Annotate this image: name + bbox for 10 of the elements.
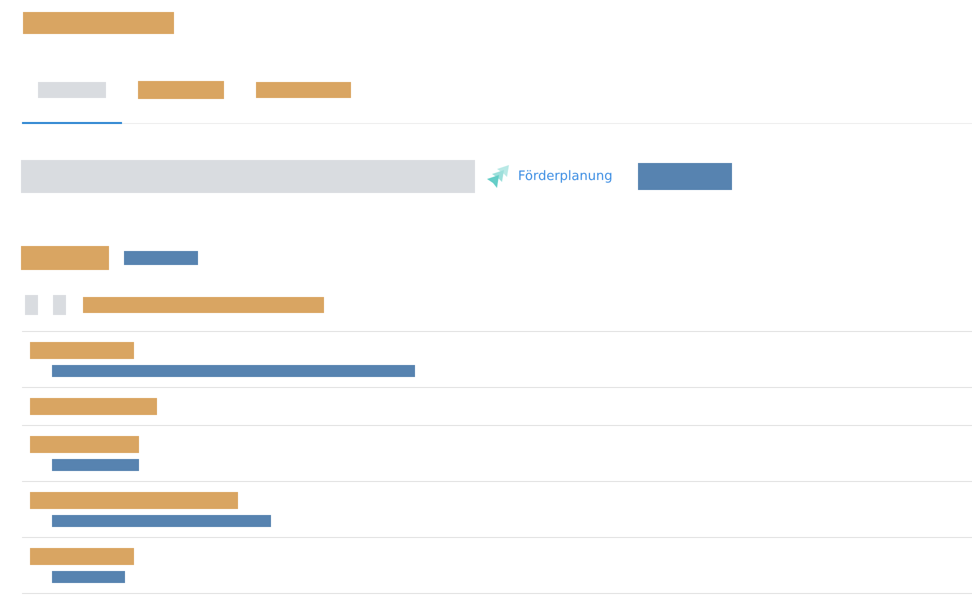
redacted-row-title[interactable] (30, 342, 134, 359)
redacted-row-title[interactable] (30, 492, 238, 509)
redacted-button[interactable] (638, 163, 732, 190)
toolbar-link[interactable]: Förderplanung (487, 165, 612, 188)
redacted-row-title[interactable] (30, 398, 157, 415)
redacted-row-title[interactable] (30, 436, 139, 453)
redacted-link[interactable] (124, 251, 198, 265)
redacted-search-field[interactable] (21, 160, 475, 193)
arrows-icon (487, 165, 509, 188)
redacted-row-title[interactable] (30, 548, 134, 565)
